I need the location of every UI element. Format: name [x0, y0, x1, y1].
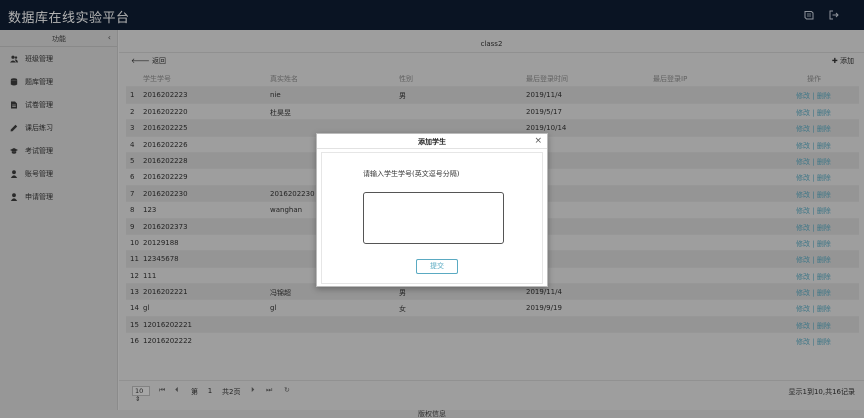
dialog-prompt: 请输入学生学号(英文逗号分隔) — [363, 170, 460, 178]
submit-button[interactable]: 提交 — [416, 259, 458, 274]
student-id-textarea[interactable] — [363, 192, 504, 244]
add-student-dialog: 添加学生 × 请输入学生学号(英文逗号分隔) 提交 — [316, 133, 548, 287]
dialog-title: 添加学生 — [418, 138, 446, 146]
dialog-header: 添加学生 × — [317, 134, 547, 149]
close-icon[interactable]: × — [534, 136, 542, 146]
dialog-body: 请输入学生学号(英文逗号分隔) 提交 — [321, 152, 543, 284]
